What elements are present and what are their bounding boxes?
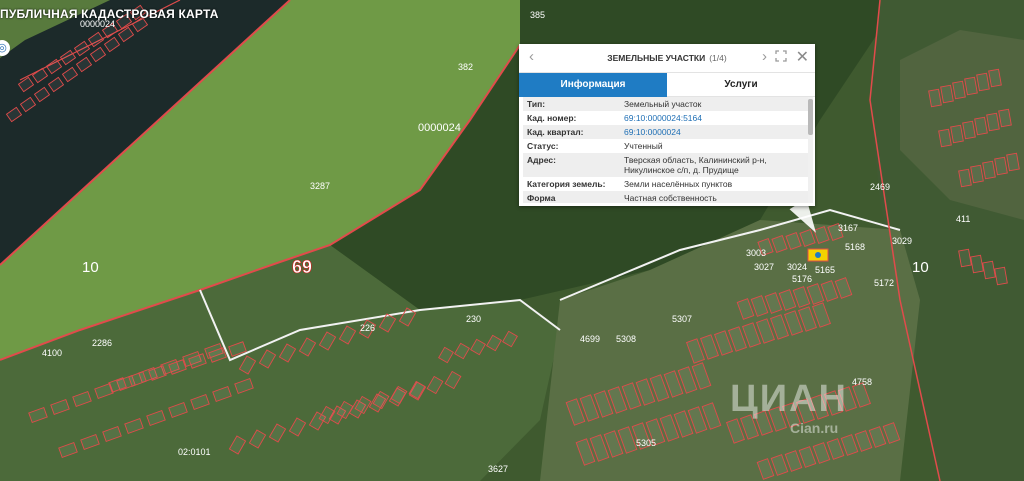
attr-key: Адрес:	[527, 155, 556, 165]
parcel-label-5305: 5305	[636, 438, 656, 448]
parcel-outline[interactable]	[994, 156, 1008, 176]
parcel-label-230: 230	[466, 314, 481, 324]
expand-icon[interactable]	[775, 50, 787, 62]
parcel-outline[interactable]	[950, 124, 964, 144]
popup-title: ЗЕМЕЛЬНЫЕ УЧАСТКИ (1/4)	[519, 53, 815, 63]
attr-row-ownership: Форма Частная собственность	[523, 191, 809, 203]
selected-marker-icon	[815, 252, 821, 258]
app-title: ПУБЛИЧНАЯ КАДАСТРОВАЯ КАРТА	[0, 7, 219, 21]
parcel-outline[interactable]	[976, 72, 990, 92]
district-label-10-right: 10	[912, 259, 929, 276]
parcel-label-226: 226	[360, 323, 375, 333]
parcel-outline[interactable]	[986, 112, 1000, 132]
parcel-outline[interactable]	[982, 160, 996, 180]
parcel-outline[interactable]	[928, 88, 942, 108]
parcel-outline[interactable]	[958, 248, 972, 268]
parcel-outline[interactable]	[988, 68, 1002, 88]
parcel-label-02-0101: 02:0101	[178, 447, 211, 457]
parcel-label-3027: 3027	[754, 262, 774, 272]
parcel-outline[interactable]	[964, 76, 978, 96]
parcel-outline[interactable]	[952, 80, 966, 100]
watermark-logo: ЦИАН	[730, 378, 848, 420]
attr-key: Кад. номер:	[527, 113, 577, 123]
popup-title-text: ЗЕМЕЛЬНЫЕ УЧАСТКИ	[607, 53, 706, 63]
popup-tabs: Информация Услуги	[519, 73, 815, 97]
parcel-label-385: 385	[530, 10, 545, 20]
attr-key: Тип:	[527, 99, 546, 109]
popup-header: ‹ ЗЕМЕЛЬНЫЕ УЧАСТКИ (1/4) › ✕	[519, 44, 815, 73]
parcel-label-411: 411	[956, 214, 970, 224]
parcel-label-2286: 2286	[92, 338, 112, 348]
tab-services[interactable]: Услуги	[667, 73, 815, 97]
attr-row-land-category: Категория земель: Земли населённых пункт…	[523, 177, 809, 191]
attr-value: Учтенный	[624, 141, 663, 151]
scrollbar-thumb[interactable]	[808, 99, 813, 135]
attr-value: Земли населённых пунктов	[624, 179, 733, 189]
parcel-label-4699: 4699	[580, 334, 600, 344]
parcel-label-5168: 5168	[845, 242, 865, 252]
parcel-label-3627: 3627	[488, 464, 508, 474]
district-label-10: 10	[82, 259, 99, 276]
attr-key: Категория земель:	[527, 179, 606, 189]
popup-pager: (1/4)	[709, 53, 727, 63]
attr-value: Частная собственность	[624, 193, 717, 203]
parcel-label-4758: 4758	[852, 377, 872, 387]
parcel-label-3167: 3167	[838, 223, 858, 233]
attr-value: Тверская область, Калининский р-н, Никул…	[624, 155, 767, 175]
attr-key: Кад. квартал:	[527, 127, 584, 137]
next-arrow-icon[interactable]: ›	[762, 48, 767, 65]
parcel-label-2469: 2469	[870, 182, 890, 192]
parcel-label-5308: 5308	[616, 334, 636, 344]
attr-row-cadastral-quarter: Кад. квартал: 69:10:0000024	[523, 125, 809, 139]
attr-row-address: Адрес: Тверская область, Калининский р-н…	[523, 153, 809, 177]
region-label-69: 69	[292, 257, 312, 277]
close-icon[interactable]: ✕	[796, 47, 809, 67]
cadastral-map[interactable]: 0000024 385 382 0000024 3287 10 69 10 24…	[0, 0, 1024, 481]
cadastral-number-link[interactable]: 69:10:0000024:5164	[624, 113, 805, 123]
attr-row-type: Тип: Земельный участок	[523, 97, 809, 111]
parcel-label-3287: 3287	[310, 181, 330, 191]
attr-key: Статус:	[527, 141, 559, 151]
parcel-outline[interactable]	[940, 84, 954, 104]
parcel-label-4100: 4100	[42, 348, 62, 358]
parcel-label-3024: 3024	[787, 262, 807, 272]
parcel-outline[interactable]	[998, 108, 1012, 128]
parcel-label-3029: 3029	[892, 236, 912, 246]
parcel-outline[interactable]	[962, 120, 976, 140]
parcel-outline[interactable]	[970, 164, 984, 184]
parcel-label-5165: 5165	[815, 265, 835, 275]
parcel-label-5176: 5176	[792, 274, 812, 284]
attr-row-status: Статус: Учтенный	[523, 139, 809, 153]
parcel-label-5307: 5307	[672, 314, 692, 324]
parcel-outline[interactable]	[938, 128, 952, 148]
attributes-table: Тип: Земельный участок Кад. номер: 69:10…	[523, 97, 809, 203]
popup-scrollbar[interactable]	[808, 97, 813, 203]
parcel-outline[interactable]	[982, 260, 996, 280]
quarter-label-center: 0000024	[418, 122, 461, 134]
parcel-outline[interactable]	[994, 266, 1008, 286]
parcel-label-3003: 3003	[746, 248, 766, 258]
cadastral-quarter-link[interactable]: 69:10:0000024	[624, 127, 805, 137]
parcel-info-popup: ‹ ЗЕМЕЛЬНЫЕ УЧАСТКИ (1/4) › ✕ Информация …	[519, 44, 815, 206]
attr-key: Форма	[527, 193, 556, 203]
parcel-label-382: 382	[458, 62, 473, 72]
parcel-outline[interactable]	[1006, 152, 1020, 172]
attr-value: Земельный участок	[624, 99, 702, 109]
parcel-outline[interactable]	[958, 168, 972, 188]
parcel-outline[interactable]	[974, 116, 988, 136]
tab-information[interactable]: Информация	[519, 73, 667, 97]
parcel-label-5172: 5172	[874, 278, 894, 288]
parcel-outline[interactable]	[970, 254, 984, 274]
watermark-url: Cian.ru	[790, 420, 839, 436]
attr-row-cadastral-number: Кад. номер: 69:10:0000024:5164	[523, 111, 809, 125]
